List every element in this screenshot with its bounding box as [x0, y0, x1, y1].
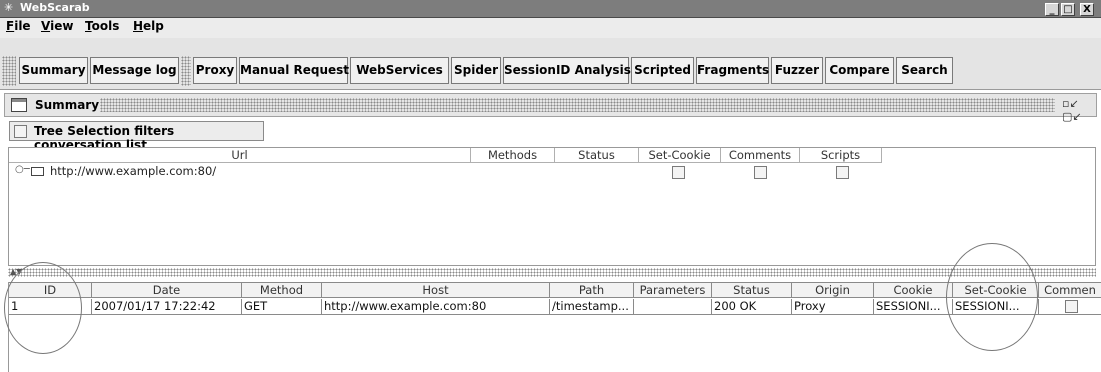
annotation-circle-id — [4, 262, 82, 354]
menu-help[interactable]: Help — [133, 19, 164, 33]
app-icon: ✳ — [4, 1, 14, 14]
url-col-url[interactable]: Url — [9, 148, 471, 163]
conversation-table[interactable]: ID Date Method Host Path Parameters Stat… — [8, 282, 1101, 372]
conv-col-comment[interactable]: Commen — [1039, 282, 1101, 298]
summary-window-icon — [11, 98, 27, 112]
conv-cell-method[interactable]: GET — [242, 299, 322, 315]
url-comments-checkbox[interactable] — [754, 166, 767, 179]
toolbar: Summary Message log Proxy Manual Request… — [0, 38, 1101, 90]
url-col-scripts[interactable]: Scripts — [800, 148, 882, 163]
menu-view[interactable]: View — [41, 19, 73, 33]
toolbar-spider-button[interactable]: Spider — [451, 57, 501, 84]
conv-col-method[interactable]: Method — [242, 282, 322, 298]
toolbar-message-log-button[interactable]: Message log — [90, 57, 179, 84]
close-button[interactable]: X — [1080, 3, 1094, 16]
conv-col-path[interactable]: Path — [550, 282, 634, 298]
undock-icon[interactable]: ▫↙ ▢↙ — [1062, 97, 1096, 123]
toolbar-proxy-button[interactable]: Proxy — [193, 57, 237, 84]
menu-bar: File View Tools Help — [0, 18, 1101, 38]
conv-comment-checkbox[interactable] — [1065, 300, 1078, 313]
toolbar-sessionid-analysis-button[interactable]: SessionID Analysis — [503, 57, 631, 84]
conv-cell-origin[interactable]: Proxy — [792, 299, 874, 315]
url-cell: http://www.example.com:80/ — [50, 164, 217, 178]
menu-tools-rest: ools — [91, 19, 120, 33]
maximize-button[interactable]: □ — [1061, 3, 1075, 16]
menu-file-mnemonic: F — [6, 19, 15, 33]
window-title: WebScarab — [20, 1, 90, 14]
conv-col-origin[interactable]: Origin — [792, 282, 874, 298]
menu-file-rest: ile — [14, 19, 31, 33]
annotation-circle-set-cookie — [946, 243, 1038, 351]
conv-col-host[interactable]: Host — [322, 282, 550, 298]
toolbar-fuzzer-button[interactable]: Fuzzer — [771, 57, 823, 84]
url-col-comments[interactable]: Comments — [721, 148, 800, 163]
menu-tools-mnemonic: T — [85, 19, 92, 33]
toolbar-grip[interactable] — [2, 56, 16, 86]
conv-cell-status[interactable]: 200 OK — [712, 299, 792, 315]
toolbar-webservices-button[interactable]: WebServices — [350, 57, 449, 84]
menu-tools[interactable]: Tools — [85, 19, 119, 33]
url-tree-row[interactable]: ○─ http://www.example.com:80/ — [9, 164, 882, 180]
conv-col-parameters[interactable]: Parameters — [634, 282, 712, 298]
conv-col-date[interactable]: Date — [92, 282, 242, 298]
conv-cell-comment[interactable] — [1039, 299, 1101, 315]
menu-view-mnemonic: V — [41, 19, 51, 33]
toolbar-fragments-button[interactable]: Fragments — [696, 57, 769, 84]
summary-title: Summary — [35, 98, 100, 112]
conv-cell-host[interactable]: http://www.example.com:80 — [322, 299, 550, 315]
toolbar-compare-button[interactable]: Compare — [825, 57, 894, 84]
conv-cell-path[interactable]: /timestamp... — [550, 299, 634, 315]
key-expander-icon[interactable]: ○─ — [15, 164, 30, 175]
url-col-status[interactable]: Status — [555, 148, 639, 163]
summary-header-pattern — [100, 98, 1055, 112]
url-col-methods[interactable]: Methods — [471, 148, 555, 163]
title-bar: ✳ WebScarab _ □ X — [0, 0, 1101, 18]
conv-cell-date[interactable]: 2007/01/17 17:22:42 — [92, 299, 242, 315]
menu-view-rest: iew — [50, 19, 74, 33]
tree-filter-checkbox[interactable]: Tree Selection filters conversation list — [9, 121, 264, 152]
toolbar-search-button[interactable]: Search — [896, 57, 953, 84]
url-scripts-checkbox[interactable] — [836, 166, 849, 179]
toolbar-scripted-button[interactable]: Scripted — [631, 57, 694, 84]
url-set-cookie-checkbox[interactable] — [672, 166, 685, 179]
menu-help-mnemonic: H — [133, 19, 144, 33]
minimize-button[interactable]: _ — [1045, 3, 1059, 16]
conv-cell-cookie[interactable]: SESSIONI... — [874, 299, 953, 315]
conv-col-status[interactable]: Status — [712, 282, 792, 298]
folder-icon — [31, 167, 44, 176]
toolbar-summary-button[interactable]: Summary — [19, 57, 88, 84]
tree-filter-box[interactable] — [14, 125, 27, 138]
menu-help-rest: elp — [143, 19, 164, 33]
url-col-set-cookie[interactable]: Set-Cookie — [639, 148, 721, 163]
conv-col-cookie[interactable]: Cookie — [874, 282, 953, 298]
url-tree-table[interactable]: Url Methods Status Set-Cookie Comments S… — [8, 147, 1096, 266]
conv-cell-parameters[interactable] — [634, 299, 712, 315]
toolbar-grip-2[interactable] — [181, 56, 191, 86]
toolbar-manual-request-button[interactable]: Manual Request — [239, 57, 349, 84]
menu-file[interactable]: File — [6, 19, 31, 33]
summary-panel-header: Summary ▫↙ ▢↙ — [4, 93, 1097, 123]
panel-splitter[interactable] — [8, 268, 1096, 277]
